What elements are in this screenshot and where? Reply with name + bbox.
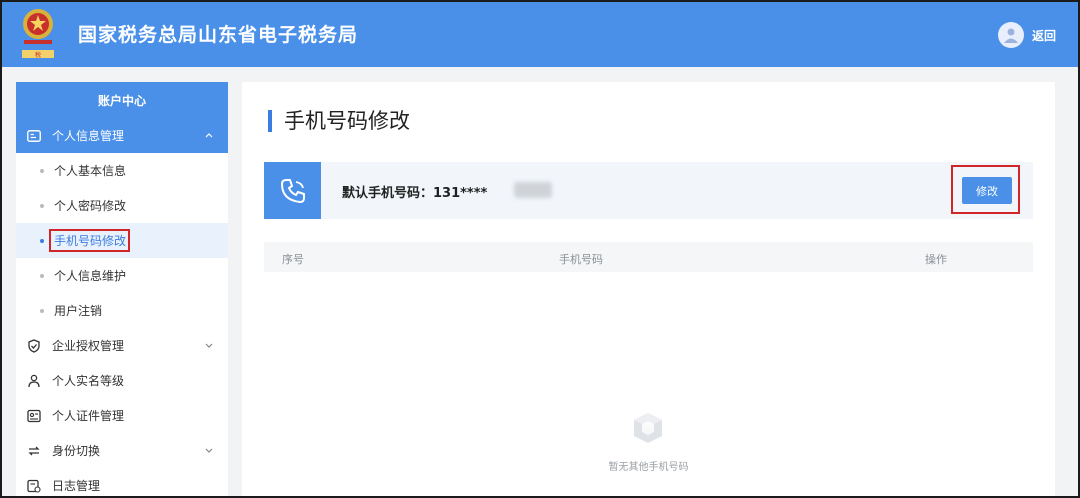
chevron-down-icon [205, 343, 213, 348]
menu-realname-level[interactable]: 个人实名等级 [16, 363, 228, 398]
page-title: 手机号码修改 [268, 110, 410, 132]
bullet-icon [40, 238, 44, 243]
default-phone-label: 默认手机号码：131**** [342, 186, 488, 201]
submenu-label: 个人密码修改 [54, 199, 127, 213]
menu-id-documents[interactable]: 个人证件管理 [16, 398, 228, 433]
submenu-password[interactable]: 个人密码修改 [16, 188, 228, 223]
phone-icon [264, 162, 321, 219]
menu-label: 个人证件管理 [52, 409, 125, 423]
log-icon [26, 478, 42, 494]
menu-enterprise-auth[interactable]: 企业授权管理 [16, 328, 228, 363]
person-silhouette-icon [1003, 28, 1018, 43]
submenu-basic-info[interactable]: 个人基本信息 [16, 153, 228, 188]
sidebar-title: 账户中心 [16, 82, 228, 118]
bullet-icon [40, 273, 44, 278]
submenu-deregister[interactable]: 用户注销 [16, 293, 228, 328]
redacted-digits [514, 182, 552, 198]
submenu-label: 个人信息维护 [54, 269, 127, 283]
back-link[interactable]: 返回 [1032, 27, 1056, 44]
phone-table-header: 序号 手机号码 操作 [264, 242, 1033, 272]
highlight-box [951, 165, 1020, 214]
menu-label: 个人信息管理 [52, 129, 125, 143]
id-card-icon [26, 128, 42, 144]
column-index: 序号 [282, 253, 304, 266]
bullet-icon [40, 168, 44, 173]
menu-label: 企业授权管理 [52, 339, 125, 353]
person-icon [26, 373, 42, 389]
default-phone-card: 默认手机号码：131**** 修改 [264, 162, 1033, 219]
submenu-phone-change[interactable]: 手机号码修改 [16, 223, 228, 258]
user-avatar-icon[interactable] [997, 22, 1024, 48]
submenu-info-maintenance[interactable]: 个人信息维护 [16, 258, 228, 293]
empty-box-icon [634, 413, 662, 443]
id-document-icon [26, 408, 42, 424]
shield-check-icon [26, 338, 42, 354]
svg-text:税: 税 [35, 51, 41, 59]
user-area: 返回 [997, 22, 1056, 48]
menu-label: 日志管理 [52, 479, 101, 493]
submenu-label: 个人基本信息 [54, 164, 127, 178]
bullet-icon [40, 203, 44, 208]
top-header: 税 国家税务总局山东省电子税务局 返回 [2, 2, 1078, 67]
submenu-label: 用户注销 [54, 304, 103, 318]
tax-emblem-icon: 税 [22, 9, 54, 59]
app-frame: 税 国家税务总局山东省电子税务局 返回 账户中心 个人信息管理 个人基本信息 个… [2, 2, 1078, 496]
menu-logs[interactable]: 日志管理 [16, 468, 228, 496]
main-panel: 手机号码修改 默认手机号码：131**** 修改 序号 手机号码 操作 暂无其他… [242, 82, 1055, 496]
menu-identity-switch[interactable]: 身份切换 [16, 433, 228, 468]
menu-personal-info[interactable]: 个人信息管理 [16, 118, 228, 153]
column-phone: 手机号码 [559, 253, 603, 266]
site-title: 国家税务总局山东省电子税务局 [78, 24, 359, 46]
chevron-down-icon [205, 448, 213, 453]
switch-icon [26, 443, 42, 459]
menu-label: 个人实名等级 [52, 374, 125, 388]
column-actions: 操作 [925, 253, 947, 266]
menu-label: 身份切换 [52, 444, 101, 458]
sidebar: 账户中心 个人信息管理 个人基本信息 个人密码修改 手机号码修改 个人信息维护 [16, 82, 228, 496]
chevron-up-icon [205, 133, 213, 138]
empty-state-text: 暂无其他手机号码 [608, 462, 689, 473]
bullet-icon [40, 308, 44, 313]
highlight-box [49, 229, 130, 252]
